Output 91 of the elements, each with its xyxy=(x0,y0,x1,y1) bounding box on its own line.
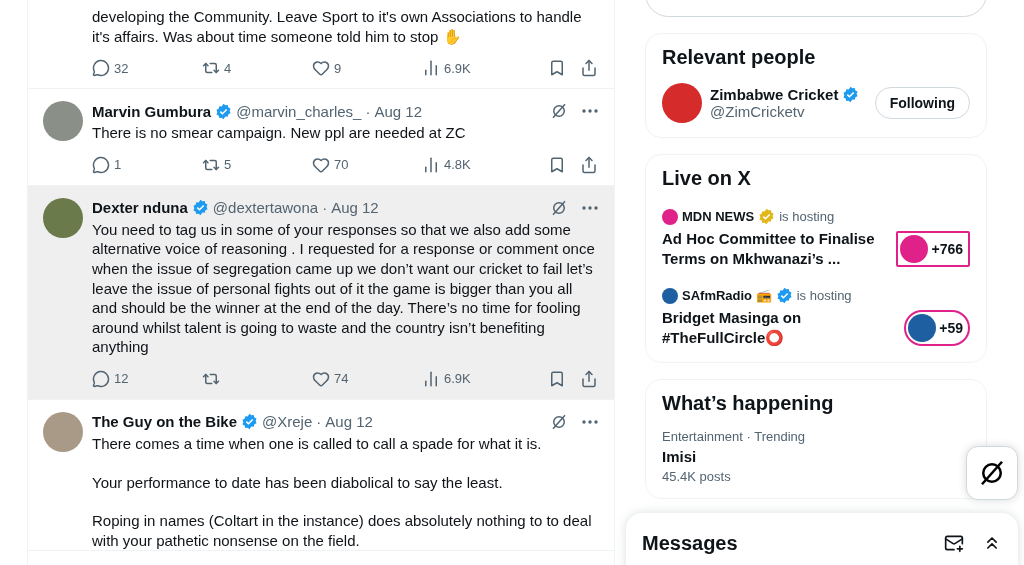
post-date[interactable]: Aug 12 xyxy=(325,413,373,431)
reply-button[interactable]: 1 xyxy=(92,155,202,174)
live-title[interactable]: Ad Hoc Committee to Finalise Terms on Mkhwanazi’s ... xyxy=(662,229,882,269)
more-button[interactable] xyxy=(582,109,598,114)
bookmark-button[interactable] xyxy=(548,369,566,388)
heart-icon xyxy=(312,59,330,78)
slashed-circle-icon xyxy=(550,198,568,217)
new-message-button[interactable] xyxy=(944,533,964,553)
share-button[interactable] xyxy=(580,155,598,174)
more-icon xyxy=(582,419,598,424)
views-button[interactable]: 4.8K xyxy=(422,155,532,174)
repost-button[interactable]: 4 xyxy=(202,59,312,78)
listener-avatar xyxy=(900,235,929,263)
hosting-status: is hosting xyxy=(796,288,852,303)
card-title: Relevant people xyxy=(662,46,817,69)
post-text: Your performance to date has been diabolical to say the least. xyxy=(92,472,504,493)
more-icon xyxy=(582,205,598,210)
post-text: Roping in names (Coltart in the instance) does absolutely nothing to to deal with your pathetic nonsense on the field. xyxy=(92,511,593,551)
author-handle[interactable]: @marvin_charles_ xyxy=(236,102,362,120)
share-icon xyxy=(580,155,598,174)
bookmark-button[interactable] xyxy=(548,155,566,174)
listener-avatar xyxy=(908,314,937,342)
like-button[interactable]: 70 xyxy=(312,155,422,174)
reply-button[interactable]: 32 xyxy=(92,59,202,78)
host-name[interactable]: MDN NEWS xyxy=(682,209,755,224)
author-handle[interactable]: @dextertawona xyxy=(212,199,319,217)
post-date[interactable]: Aug 12 xyxy=(331,199,379,217)
card-title: What’s happening xyxy=(662,392,835,415)
share-button[interactable] xyxy=(580,59,598,78)
heart-icon xyxy=(312,155,330,174)
avatar[interactable] xyxy=(662,83,702,123)
reply-icon xyxy=(92,59,110,78)
host-avatar[interactable] xyxy=(662,208,678,225)
like-button[interactable]: 9 xyxy=(312,59,422,78)
post-text: There comes a time when one is called to call a spade for what it is. xyxy=(92,433,543,454)
live-title[interactable]: Bridget Masinga on #TheFullCircle⭕ xyxy=(662,308,882,348)
avatar[interactable] xyxy=(43,101,83,142)
following-button[interactable]: Following xyxy=(874,87,970,119)
views-button[interactable]: 6.9K xyxy=(422,59,532,78)
bookmark-icon xyxy=(548,369,566,388)
reply-icon xyxy=(92,155,110,174)
post-date[interactable]: Aug 12 xyxy=(374,102,422,120)
listeners-pill[interactable]: +766 xyxy=(896,231,970,267)
like-button[interactable]: 74 xyxy=(312,369,422,388)
views-button[interactable]: 6.9K xyxy=(422,369,532,388)
post-text: You need to tag us in some of your responses so that we also add some alternative voice of reasoning . I requested for a response or comment once when the issue of segregation came up we don’t want our cricket to fail let’s leave the issue of personal fights out of it the game is bigger than you all and should be the winner at the end of the day. There’s no time for fooling around whilst talent is going to waste and the country isn’t benefiting anything xyxy=(92,219,596,357)
post[interactable] xyxy=(28,185,614,400)
share-icon xyxy=(580,59,598,78)
card-title: Live on X xyxy=(662,167,752,190)
bookmark-button[interactable] xyxy=(548,59,566,78)
post-text: There is no smear campaign. New ppl are needed at ZC xyxy=(92,123,467,143)
post-text: developing the Community. Leave Sport to it's own Associations to handle it's affairs. Was about time someone told him to stop ✋ xyxy=(92,7,583,47)
trend-name[interactable]: Imisi xyxy=(662,448,806,465)
reply-icon xyxy=(92,369,110,388)
repost-button[interactable]: 5 xyxy=(202,155,312,174)
account-name[interactable]: Zimbabwe Cricket xyxy=(710,86,839,103)
bar-chart-icon xyxy=(422,59,440,78)
mail-plus-icon xyxy=(944,533,964,553)
share-button[interactable] xyxy=(580,369,598,388)
author-name[interactable]: Marvin Gumbura xyxy=(92,102,212,120)
more-button[interactable] xyxy=(582,419,598,424)
more-icon xyxy=(582,109,598,114)
separator-dot: · xyxy=(322,199,328,217)
slashed-circle-icon xyxy=(550,102,568,121)
author-handle[interactable]: @Xreje xyxy=(262,413,313,431)
grok-button[interactable] xyxy=(966,446,1018,500)
grok-button[interactable] xyxy=(550,102,568,121)
messages-title: Messages xyxy=(642,531,739,555)
host-avatar[interactable] xyxy=(662,287,678,304)
separator-dot: · xyxy=(316,413,322,431)
share-icon xyxy=(580,369,598,388)
avatar[interactable] xyxy=(43,197,83,238)
more-button[interactable] xyxy=(582,205,598,210)
reply-button[interactable]: 12 xyxy=(92,369,202,388)
trend-post-count: 45.4K posts xyxy=(662,469,732,484)
trend-category: Entertainment · Trending xyxy=(662,429,806,444)
account-handle[interactable]: @ZimCricketv xyxy=(710,103,867,120)
grok-button[interactable] xyxy=(550,412,568,431)
bar-chart-icon xyxy=(422,369,440,388)
hosting-status: is hosting xyxy=(779,209,835,224)
heart-icon xyxy=(312,369,330,388)
separator-dot: · xyxy=(365,102,371,120)
listeners-pill[interactable]: +59 xyxy=(904,310,970,346)
author-name[interactable]: The Guy on the Bike xyxy=(92,413,238,431)
avatar[interactable] xyxy=(43,411,83,452)
host-name[interactable]: SAfmRadio 📻 xyxy=(682,288,772,303)
bookmark-icon xyxy=(548,59,566,78)
bookmark-icon xyxy=(548,155,566,174)
bar-chart-icon xyxy=(422,155,440,174)
author-name[interactable]: Dexter nduna xyxy=(92,199,188,217)
slashed-circle-icon xyxy=(550,412,568,431)
